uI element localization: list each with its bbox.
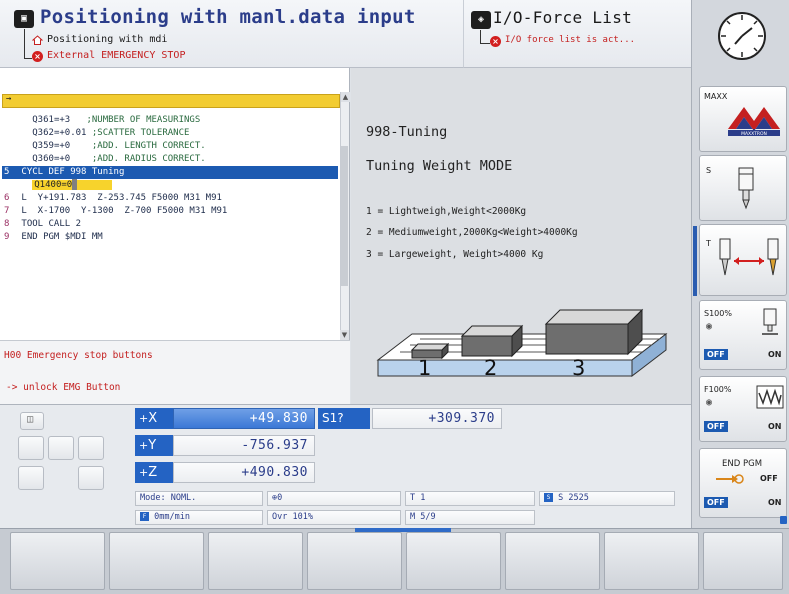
error-message: H00 Emergency stop buttons (4, 350, 153, 361)
nc-line[interactable]: 8 TOOL CALL 2 (2, 218, 338, 231)
clock-icon (718, 12, 766, 60)
feed-field: F 0mm/min (135, 510, 263, 525)
diagram-label-3: 3 (572, 356, 586, 380)
datum-field: ⊕0 (267, 491, 401, 506)
mode-field: Mode: NOML. (135, 491, 263, 506)
active-softkey-marker (693, 226, 697, 296)
off-badge: OFF (704, 421, 728, 432)
program-position-bar: → (2, 94, 340, 108)
diagram-label-1: 1 (418, 356, 432, 380)
end-program-arrow-icon (716, 474, 744, 484)
io-tree-line (480, 30, 490, 44)
speed-icon: S (544, 493, 553, 502)
status-key-5[interactable] (78, 466, 104, 490)
nc-line[interactable]: 6 L Y+191.783 Z-253.745 F5000 M31 M91 (2, 192, 338, 205)
emergency-stop-message: External EMERGENCY STOP (47, 50, 186, 61)
weight-diagram (376, 308, 668, 378)
dial-icon: ◉ (706, 397, 713, 408)
feed-wave-icon (756, 385, 784, 409)
mode-tree-line (24, 29, 32, 59)
status-key-2[interactable] (48, 436, 74, 460)
cycle-name: 998-Tuning (366, 124, 448, 140)
status-key-3[interactable] (78, 436, 104, 460)
arrow-right-icon: → (6, 94, 12, 104)
off-label: OFF (760, 474, 778, 483)
io-force-title: I/O-Force List (493, 8, 633, 27)
window-icon: ◫ (27, 414, 34, 425)
softkey-7[interactable] (604, 532, 699, 590)
weight-option-1: 1 = Lightweigh,Weight<2000Kg (366, 206, 527, 217)
spindle-override-softkey[interactable]: S100% ◉ OFF ON (699, 300, 787, 370)
dial-icon: ◉ (706, 321, 713, 332)
scroll-up-icon[interactable]: ▲ (341, 92, 350, 102)
maxx-softkey[interactable]: MAXX MAXXTRON (699, 86, 787, 152)
cycle-mode-title: Tuning Weight MODE (366, 158, 513, 174)
spindle-small-icon (762, 308, 778, 335)
scroll-down-icon[interactable]: ▼ (340, 330, 349, 340)
spindle-value: +309.370 (372, 408, 502, 429)
scroll-thumb[interactable] (341, 146, 348, 286)
nc-line[interactable]: Q359=+0 ;ADD. LENGTH CORRECT. (2, 140, 338, 153)
sub-mode-label: Positioning with mdi (47, 34, 168, 45)
hint-message: -> unlock EMG Button (6, 382, 121, 393)
maxxtron-logo-icon: MAXXTRON (728, 107, 780, 137)
weight-option-3: 3 = Largeweight, Weight>4000 Kg (366, 249, 544, 260)
axis-y-value: -756.937 (173, 435, 315, 456)
io-force-icon: ◈ (471, 11, 491, 29)
softkey-4[interactable] (307, 532, 402, 590)
nc-line[interactable]: Q360=+0 ;ADD. RADIUS CORRECT. (2, 153, 338, 166)
error-icon: × (32, 51, 43, 62)
axis-x-label: +X (135, 408, 173, 429)
machine-mode-icon: ▣ (14, 10, 34, 28)
speed-field: S S 2525 (539, 491, 675, 506)
spindle-softkey[interactable]: S (699, 155, 787, 221)
axis-y-label: +Y (135, 435, 173, 456)
softkey-3[interactable] (208, 532, 303, 590)
softkey-2[interactable] (109, 532, 204, 590)
on-label: ON (768, 498, 782, 507)
program-scrollbar[interactable]: ▲ (340, 92, 350, 340)
nc-line[interactable]: 7 L X-1700 Y-1300 Z-700 F5000 M31 M91 (2, 205, 338, 218)
home-icon (32, 35, 43, 45)
nc-line-input[interactable]: Q1400=0 (2, 179, 338, 192)
weight-option-2: 2 = Mediumweight,2000Kg<Weight>4000Kg (366, 227, 578, 238)
tool-change-icon (719, 238, 779, 276)
diagram-label-2: 2 (484, 356, 498, 380)
off-badge: OFF (704, 349, 728, 360)
m-function-field: M 5/9 (405, 510, 535, 525)
tool-field: T 1 (405, 491, 535, 506)
off-badge: OFF (704, 497, 728, 508)
operating-mode-title: Positioning with manl.data input (40, 6, 416, 28)
axis-z-label: +Z (135, 462, 173, 483)
spindle-label: S1? (318, 408, 370, 429)
status-key-4[interactable] (18, 466, 44, 490)
nc-line-selected[interactable]: 5 CYCL DEF 998 Tuning (2, 166, 338, 179)
tool-softkey[interactable]: T (699, 224, 787, 296)
softkey-8[interactable] (703, 532, 783, 590)
axis-z-value: +490.830 (173, 462, 315, 483)
softkey-1[interactable] (10, 532, 105, 590)
feed-override-softkey[interactable]: F100% ◉ OFF ON (699, 376, 787, 442)
nc-line[interactable]: 9 END PGM $MDI MM (2, 231, 338, 244)
axis-x-value: +49.830 (173, 408, 315, 429)
end-program-softkey[interactable]: END PGM OFF OFF ON (699, 448, 787, 518)
softkey-6[interactable] (505, 532, 600, 590)
override-field: Ovr 101% (267, 510, 401, 525)
view-toggle-button[interactable]: ◫ (20, 412, 44, 430)
io-force-status: I/O force list is act... (505, 35, 636, 45)
text-cursor (72, 179, 78, 190)
nc-program-list: Q361=+3 ;NUMBER OF MEASURINGS Q362=+0.01… (2, 114, 338, 244)
spindle-icon (738, 167, 754, 210)
io-error-icon: × (490, 36, 501, 47)
status-key-1[interactable] (18, 436, 44, 460)
page-indicator-icon (780, 516, 787, 524)
on-label: ON (768, 422, 782, 431)
feed-icon: F (140, 512, 149, 521)
softkey-5[interactable] (406, 532, 501, 590)
nc-line[interactable]: Q362=+0.01 ;SCATTER TOLERANCE (2, 127, 338, 140)
parameter-input-field[interactable]: Q1400=0 (32, 179, 112, 190)
svg-text:MAXXTRON: MAXXTRON (741, 131, 767, 137)
on-label: ON (768, 350, 782, 359)
nc-line[interactable]: Q361=+3 ;NUMBER OF MEASURINGS (2, 114, 338, 127)
